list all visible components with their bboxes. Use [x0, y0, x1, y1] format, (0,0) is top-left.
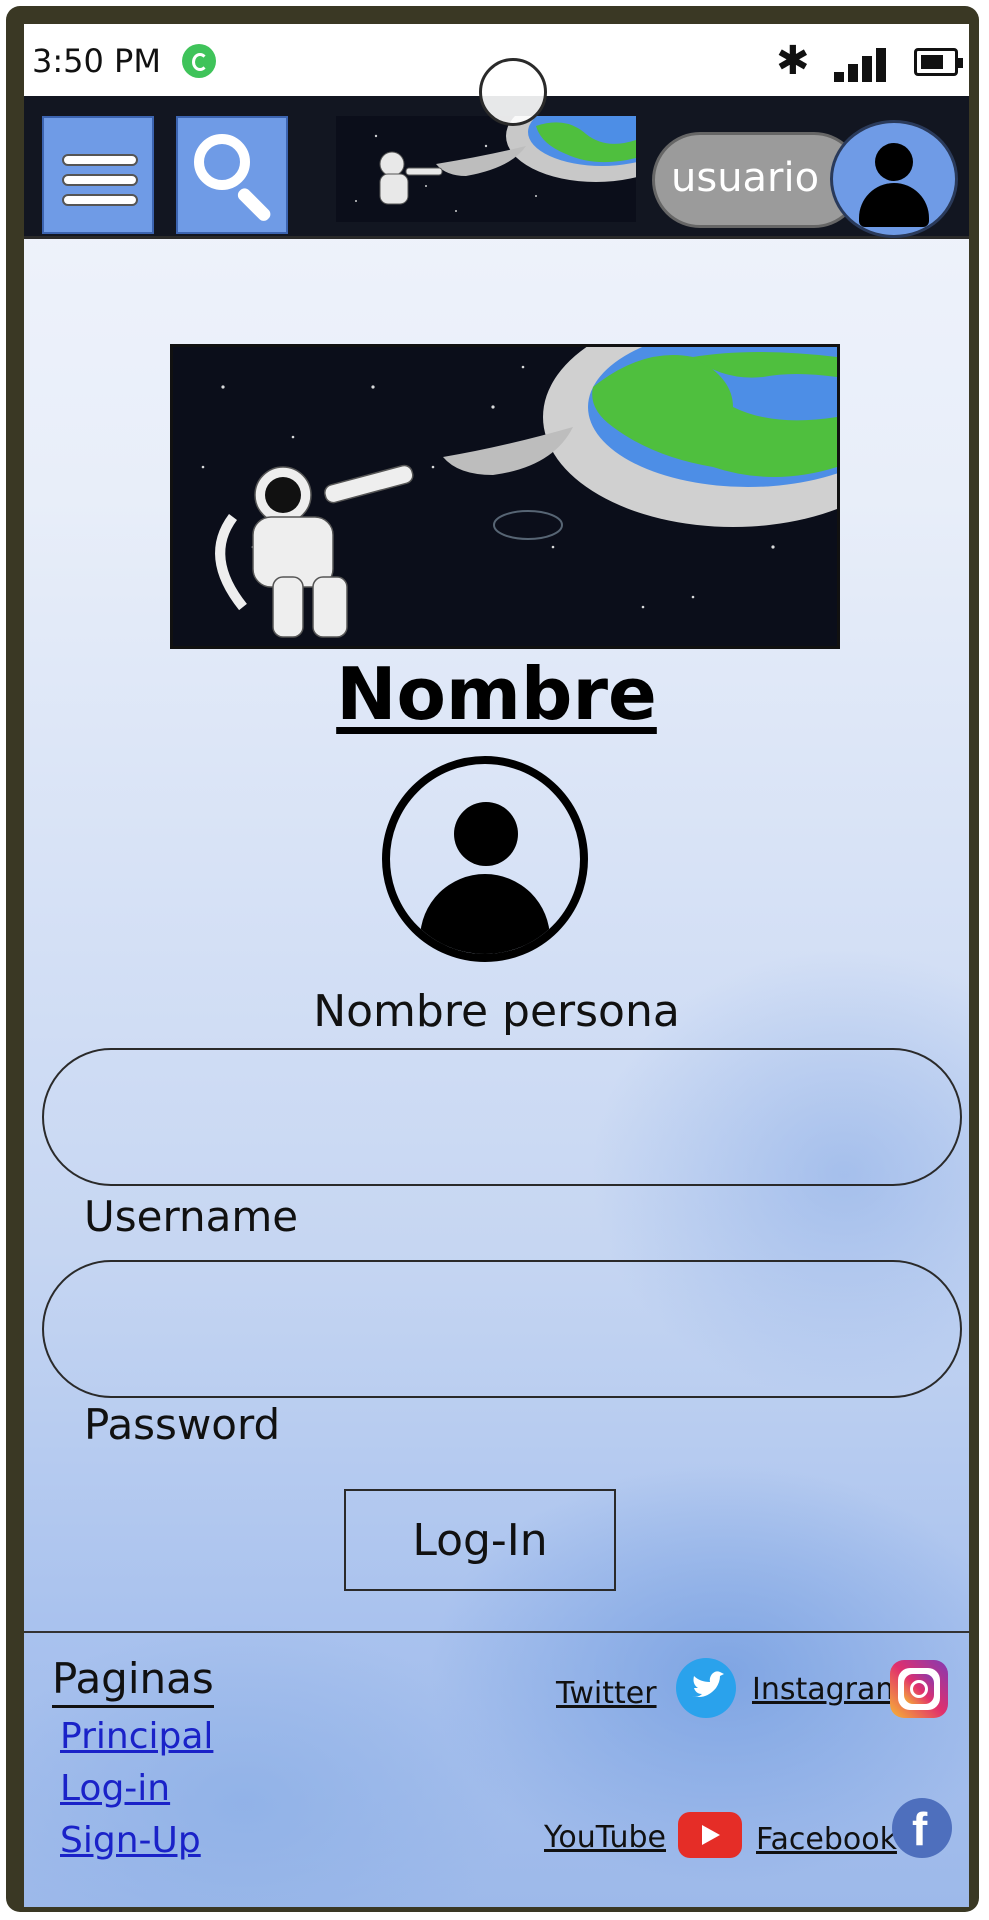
instagram-link[interactable]: Instagram	[752, 1672, 905, 1707]
youtube-icon[interactable]	[678, 1812, 742, 1858]
header-banner-image[interactable]	[336, 116, 636, 222]
bluetooth-icon: ✱	[776, 38, 810, 84]
user-avatar-icon[interactable]	[830, 120, 958, 238]
footer-link-signup[interactable]: Sign-Up	[60, 1820, 201, 1861]
person-name: Nombre persona	[313, 986, 680, 1037]
whatsapp-icon	[182, 44, 216, 78]
search-button[interactable]	[176, 116, 288, 234]
footer-link-login[interactable]: Log-in	[60, 1768, 170, 1809]
twitter-link[interactable]: Twitter	[556, 1676, 657, 1711]
page-title: Nombre	[336, 652, 657, 736]
footer-link-principal[interactable]: Principal	[60, 1716, 213, 1757]
user-label: usuario	[671, 155, 820, 201]
instagram-icon[interactable]	[890, 1660, 948, 1718]
camera-notch	[479, 58, 547, 126]
phone-frame: 3:50 PM ✱ usuario Nombre Nombre persona …	[6, 6, 979, 1912]
twitter-icon[interactable]	[676, 1658, 736, 1718]
username-label: Username	[84, 1192, 299, 1241]
signal-icon	[834, 46, 894, 82]
footer-divider	[24, 1631, 969, 1633]
login-button[interactable]: Log-In	[344, 1489, 616, 1591]
password-label: Password	[84, 1400, 281, 1449]
facebook-icon[interactable]: f	[892, 1798, 952, 1858]
facebook-link[interactable]: Facebook	[756, 1822, 897, 1857]
youtube-link[interactable]: YouTube	[544, 1820, 666, 1855]
footer-pages-heading: Paginas	[52, 1654, 214, 1708]
battery-icon	[914, 48, 963, 76]
menu-button[interactable]	[42, 116, 154, 234]
main-banner-image	[170, 344, 840, 649]
status-time: 3:50 PM	[32, 42, 161, 80]
password-input[interactable]	[42, 1260, 962, 1398]
screen: 3:50 PM ✱ usuario Nombre Nombre persona …	[24, 24, 969, 1907]
username-input[interactable]	[42, 1048, 962, 1186]
profile-avatar-icon	[382, 756, 588, 962]
